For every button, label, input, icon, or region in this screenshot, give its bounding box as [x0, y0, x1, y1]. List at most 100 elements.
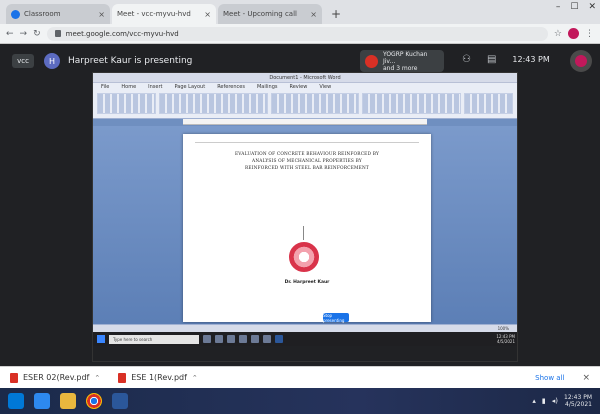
zoom-level[interactable]: 100%	[498, 326, 509, 331]
maximize-icon[interactable]: ☐	[570, 2, 578, 12]
stop-presenting-button[interactable]: Stop presenting	[323, 313, 349, 323]
lock-icon	[54, 30, 61, 37]
tab-title: Classroom	[24, 10, 61, 18]
page-header-line	[195, 139, 419, 143]
document-body-text: EVALUATION OF CONCRETE BEHAVIOUR REINFOR…	[205, 152, 409, 173]
document-line: ANALYSIS OF MECHANICAL PROPERTIES BY	[252, 159, 362, 164]
ribbon-tab[interactable]: Home	[121, 84, 136, 90]
window-close-icon[interactable]: ✕	[588, 2, 596, 12]
presenter-avatar: H	[44, 53, 60, 69]
word-icon[interactable]	[112, 393, 128, 409]
word-ribbon: File Home Insert Page Layout References …	[93, 83, 517, 119]
reload-icon[interactable]: ↻	[33, 29, 41, 39]
ribbon-tab[interactable]: Review	[289, 84, 307, 90]
chevron-down-icon[interactable]: ⌃	[94, 374, 100, 382]
participant-name: YOGRP Kuchan Jiv... and 3 more	[383, 51, 439, 72]
ribbon-groups	[97, 93, 513, 114]
shared-explorer-icon	[227, 335, 235, 343]
pdf-file-icon	[118, 372, 127, 383]
download-filename: ESE 1(Rev.pdf	[131, 373, 187, 382]
taskbar-date: 4/5/2021	[565, 401, 592, 408]
shared-screen: Document1 - Microsoft Word File Home Ins…	[92, 72, 518, 362]
internet-explorer-icon[interactable]	[34, 393, 50, 409]
shared-edge-icon	[215, 335, 223, 343]
participant-avatar	[365, 54, 378, 68]
shared-start-icon	[97, 335, 105, 343]
pdf-file-icon	[10, 372, 18, 383]
browser-tab-classroom[interactable]: Classroom ×	[6, 4, 110, 24]
paragraph-group[interactable]	[270, 93, 360, 114]
document-page[interactable]: EVALUATION OF CONCRETE BEHAVIOUR REINFOR…	[183, 134, 431, 322]
minimize-icon[interactable]: –	[556, 2, 561, 12]
ribbon-tab[interactable]: Page Layout	[174, 84, 205, 90]
editing-group[interactable]	[463, 93, 513, 114]
star-icon[interactable]: ☆	[554, 29, 562, 39]
windows-taskbar: ▴ ▮ ◂) 12:43 PM 4/5/2021	[0, 388, 600, 414]
browser-tab-meet-upcoming[interactable]: Meet - Upcoming call ×	[0, 4, 322, 53]
participant-tile[interactable]: YOGRP Kuchan Jiv... and 3 more	[360, 50, 444, 72]
window-controls: – ☐ ✕	[556, 2, 596, 12]
url-field[interactable]: meet.google.com/vcc-myvu-hvd	[46, 26, 548, 41]
participant-name-line2: and 3 more	[383, 64, 418, 72]
seal-caption: Dr. Harpreet Kaur	[284, 280, 330, 285]
meet-clock: 12:43 PM	[512, 55, 550, 64]
shared-chrome-icon	[263, 335, 271, 343]
taskbar-clock[interactable]: 12:43 PM 4/5/2021	[564, 394, 592, 408]
show-all-downloads-link[interactable]: Show all	[535, 374, 564, 382]
people-icon[interactable]: ⚇	[462, 54, 471, 65]
browser-tab-strip: Classroom × Meet - vcc-myvu-hvd × Meet -…	[0, 0, 600, 53]
font-group[interactable]	[159, 93, 268, 114]
file-explorer-icon[interactable]	[60, 393, 76, 409]
address-bar: ← → ↻ meet.google.com/vcc-myvu-hvd ☆ ⋮	[0, 24, 600, 44]
ribbon-tab[interactable]: Mailings	[257, 84, 278, 90]
self-avatar	[575, 55, 587, 67]
download-item[interactable]: ESER 02(Rev.pdf ⌃	[10, 372, 100, 383]
tab-title: Meet - Upcoming call	[223, 10, 297, 18]
chrome-icon[interactable]	[86, 393, 102, 409]
windows-start-icon[interactable]	[8, 393, 24, 409]
document-line: EVALUATION OF CONCRETE BEHAVIOUR REINFOR…	[234, 152, 380, 157]
styles-group[interactable]	[362, 93, 461, 114]
screenshot-root: Classroom × Meet - vcc-myvu-hvd × Meet -…	[0, 0, 600, 414]
browser-tab-meet[interactable]: Meet - vcc-myvu-hvd ×	[0, 4, 216, 53]
tray-up-arrow-icon[interactable]: ▴	[532, 397, 536, 405]
word-status-bar: 100%	[93, 324, 517, 332]
profile-avatar-icon[interactable]	[568, 28, 579, 39]
presenting-label: Harpreet Kaur is presenting	[68, 56, 193, 66]
download-item[interactable]: ESE 1(Rev.pdf ⌃	[118, 372, 198, 383]
shared-word-icon	[275, 335, 283, 343]
url-text: meet.google.com/vcc-myvu-hvd	[65, 29, 179, 38]
browser-menu-icon[interactable]: ⋮	[585, 29, 594, 39]
shared-tray-date: 4/5/2021	[497, 339, 515, 344]
new-tab-button[interactable]: +	[328, 6, 344, 22]
shared-store-icon	[239, 335, 247, 343]
forward-arrow-icon[interactable]: →	[20, 29, 28, 39]
seal-pointer-line	[303, 226, 304, 240]
tab-title: Meet - vcc-myvu-hvd	[117, 10, 191, 18]
back-arrow-icon[interactable]: ←	[6, 29, 14, 39]
tab-close-icon[interactable]: ×	[204, 10, 211, 19]
volume-icon[interactable]: ◂)	[552, 397, 558, 405]
self-view-tile[interactable]	[570, 50, 592, 72]
shared-taskview-icon	[203, 335, 211, 343]
document-canvas: EVALUATION OF CONCRETE BEHAVIOUR REINFOR…	[93, 126, 517, 324]
shared-tray-clock: 12:43 PM 4/5/2021	[496, 334, 515, 344]
system-tray: ▴ ▮ ◂) 12:43 PM 4/5/2021	[532, 394, 592, 408]
chevron-down-icon[interactable]: ⌃	[192, 374, 198, 382]
chat-icon[interactable]: ▤	[487, 54, 496, 65]
participant-name-line1: YOGRP Kuchan Jiv...	[383, 50, 428, 65]
meet-back-button[interactable]: vcc	[12, 54, 34, 68]
network-icon[interactable]: ▮	[542, 397, 546, 405]
shared-windows-taskbar: Type here to search 12:43 PM 4/5/2021	[93, 332, 517, 346]
ribbon-tab[interactable]: View	[319, 84, 331, 90]
word-ruler	[183, 119, 427, 125]
tab-close-icon[interactable]: ×	[310, 10, 317, 19]
clipboard-group[interactable]	[97, 93, 157, 114]
ribbon-tab[interactable]: References	[217, 84, 245, 90]
downloads-close-icon[interactable]: ×	[582, 373, 590, 383]
tab-close-icon[interactable]: ×	[98, 10, 105, 19]
download-filename: ESER 02(Rev.pdf	[23, 373, 90, 382]
ribbon-tab[interactable]: Insert	[148, 84, 162, 90]
ribbon-tab[interactable]: File	[101, 84, 109, 90]
word-title-bar: Document1 - Microsoft Word	[93, 73, 517, 83]
